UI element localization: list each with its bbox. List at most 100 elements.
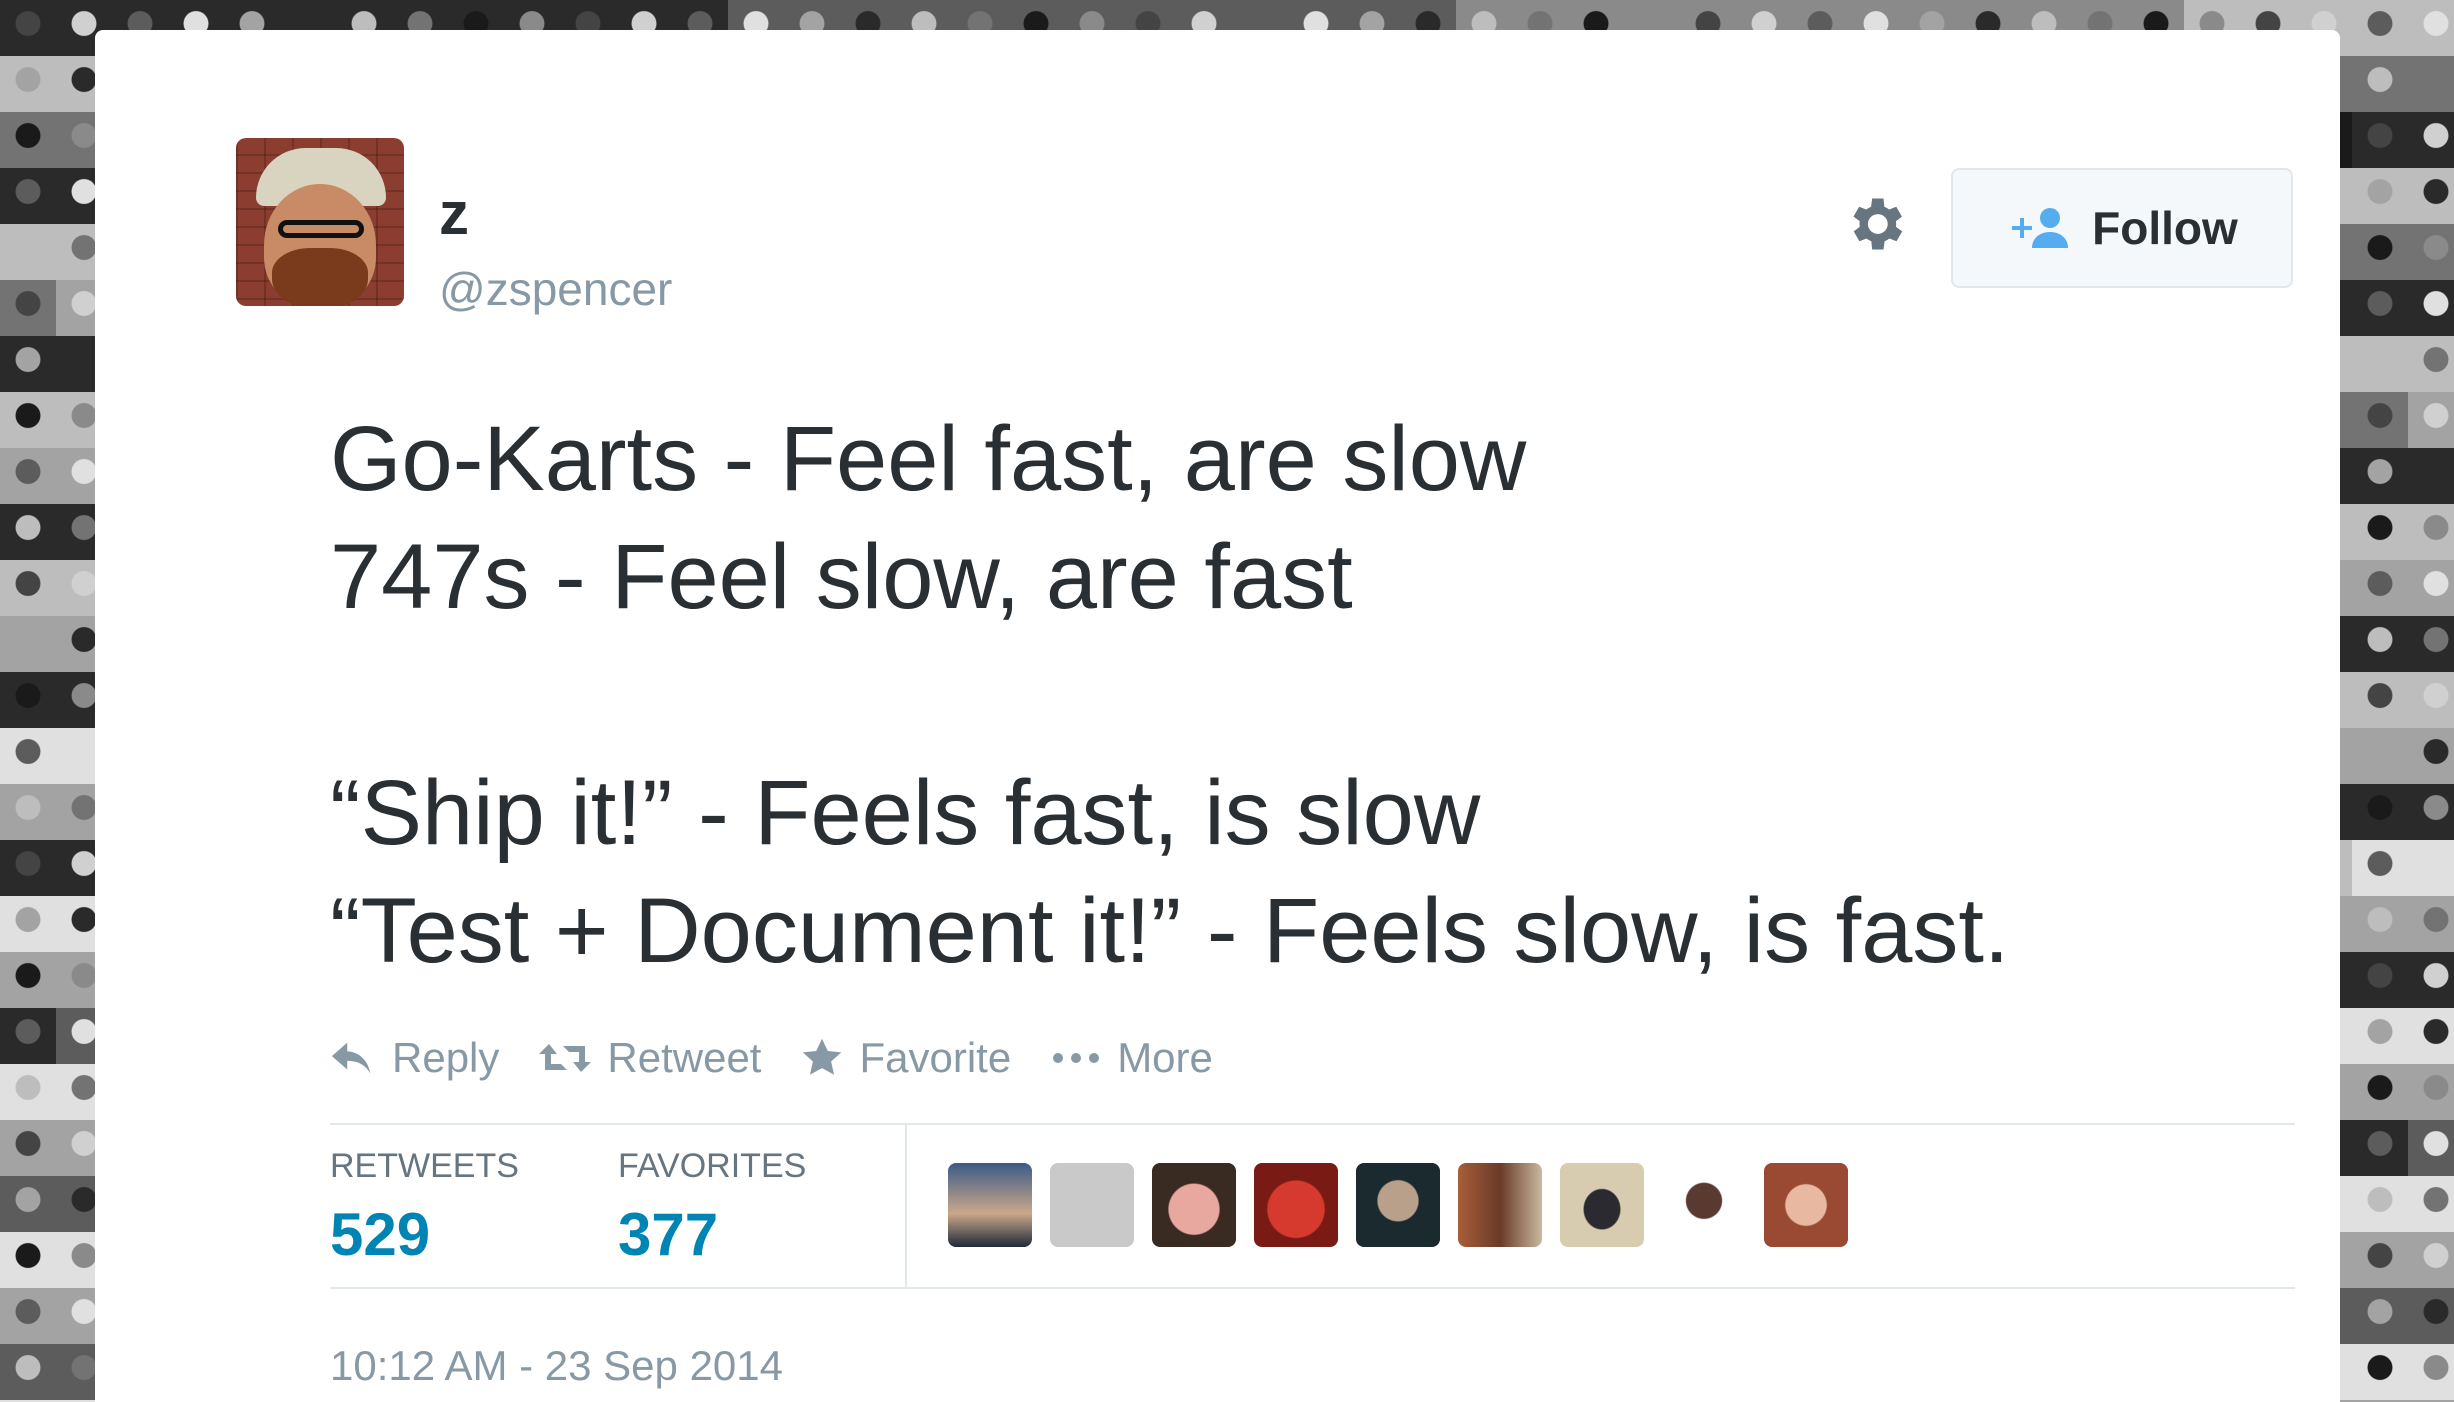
mosaic-tile [0,560,56,616]
mosaic-tile [2352,728,2408,784]
mosaic-tile [0,448,56,504]
mosaic-tile [0,952,56,1008]
mosaic-tile [2352,280,2408,336]
favoriter-avatar[interactable] [1152,1163,1236,1247]
mosaic-tile [2352,1344,2408,1400]
mosaic-tile [0,1008,56,1064]
mosaic-tile [2352,616,2408,672]
mosaic-tile [2408,1232,2454,1288]
mosaic-tile [0,1288,56,1344]
mosaic-tile [2352,784,2408,840]
mosaic-tile [2352,336,2408,392]
user-handle[interactable]: @zspencer [439,266,672,312]
mosaic-tile [2352,168,2408,224]
tweet-text: Go-Karts - Feel fast, are slow 747s - Fe… [330,400,2230,990]
mosaic-tile [2352,896,2408,952]
mosaic-tile [0,1064,56,1120]
more-dots-icon [1053,1053,1100,1063]
mosaic-tile [0,0,56,56]
retweet-button[interactable]: Retweet [539,1034,761,1082]
tweet-line: “Ship it!” - Feels fast, is slow [330,762,1481,864]
mosaic-tile [2408,616,2454,672]
mosaic-tile [0,112,56,168]
tweet-timestamp[interactable]: 10:12 AM - 23 Sep 2014 [330,1342,783,1390]
mosaic-tile [0,392,56,448]
mosaic-tile [0,784,56,840]
mosaic-tile [2352,448,2408,504]
mosaic-tile [2408,0,2454,56]
mosaic-tile [2408,728,2454,784]
user-avatar[interactable] [236,138,404,306]
favoriter-avatar[interactable] [1458,1163,1542,1247]
favoriter-avatar[interactable] [948,1163,1032,1247]
mosaic-tile [2408,56,2454,112]
favoriter-avatars [948,1163,1848,1247]
follow-button[interactable]: Follow [1951,168,2293,288]
mosaic-tile [2408,448,2454,504]
tweet-line: 747s - Feel slow, are fast [330,526,1353,628]
gear-icon[interactable] [1841,190,1909,258]
more-label: More [1117,1034,1213,1081]
favoriter-avatar[interactable] [1254,1163,1338,1247]
follow-button-label: Follow [2092,202,2238,254]
favorite-button[interactable]: Favorite [801,1034,1011,1082]
mosaic-tile [2352,0,2408,56]
mosaic-tile [0,336,56,392]
mosaic-tile [0,616,56,672]
mosaic-tile [2408,560,2454,616]
favoriter-avatar[interactable] [1764,1163,1848,1247]
mosaic-tile [0,56,56,112]
mosaic-tile [2352,560,2408,616]
mosaic-tile [2408,840,2454,896]
mosaic-tile [0,1120,56,1176]
mosaic-tile [2408,952,2454,1008]
stats-separator [905,1125,907,1287]
stats-divider-bottom [330,1287,2295,1289]
mosaic-tile [2408,1288,2454,1344]
favoriter-avatar[interactable] [1356,1163,1440,1247]
mosaic-tile [2352,672,2408,728]
favorite-label: Favorite [859,1034,1012,1081]
mosaic-tile [2352,1064,2408,1120]
favorites-count: 377 [618,1201,719,1268]
mosaic-tile [2408,504,2454,560]
more-button[interactable]: More [1051,1034,1213,1082]
mosaic-tile [2352,112,2408,168]
mosaic-tile [2352,840,2408,896]
mosaic-tile [2408,168,2454,224]
tweet-stats: RETWEETS 529 FAVORITES 377 [330,1125,2295,1287]
user-display-name[interactable]: z [439,184,469,244]
favoriter-avatar[interactable] [1560,1163,1644,1247]
mosaic-tile [2408,1120,2454,1176]
retweets-stat[interactable]: RETWEETS 529 [330,1147,519,1269]
mosaic-tile [2408,1008,2454,1064]
mosaic-tile [2408,896,2454,952]
mosaic-tile [0,168,56,224]
mosaic-tile [0,896,56,952]
favoriter-avatar[interactable] [1050,1163,1134,1247]
mosaic-tile [2408,1344,2454,1400]
mosaic-tile [2408,336,2454,392]
mosaic-tile [0,224,56,280]
tweet-line: Go-Karts - Feel fast, are slow [330,408,1527,510]
favorites-stat[interactable]: FAVORITES 377 [618,1147,806,1269]
tweet-card: z @zspencer Follow Go-Karts - Feel fast,… [95,30,2340,1402]
mosaic-tile [2408,1064,2454,1120]
retweets-label: RETWEETS [330,1147,519,1185]
mosaic-tile [0,672,56,728]
add-user-icon [2012,208,2069,248]
mosaic-tile [0,504,56,560]
favoriter-avatar[interactable] [1662,1163,1746,1247]
mosaic-tile [2352,392,2408,448]
retweet-icon [539,1044,592,1072]
tweet-line [330,636,2230,754]
mosaic-tile [2352,56,2408,112]
mosaic-tile [2352,224,2408,280]
mosaic-tile [2408,280,2454,336]
mosaic-tile [2352,504,2408,560]
mosaic-tile [0,1344,56,1400]
mosaic-tile [2352,1288,2408,1344]
reply-icon [331,1042,371,1074]
reply-button[interactable]: Reply [330,1034,499,1082]
mosaic-tile [2408,784,2454,840]
